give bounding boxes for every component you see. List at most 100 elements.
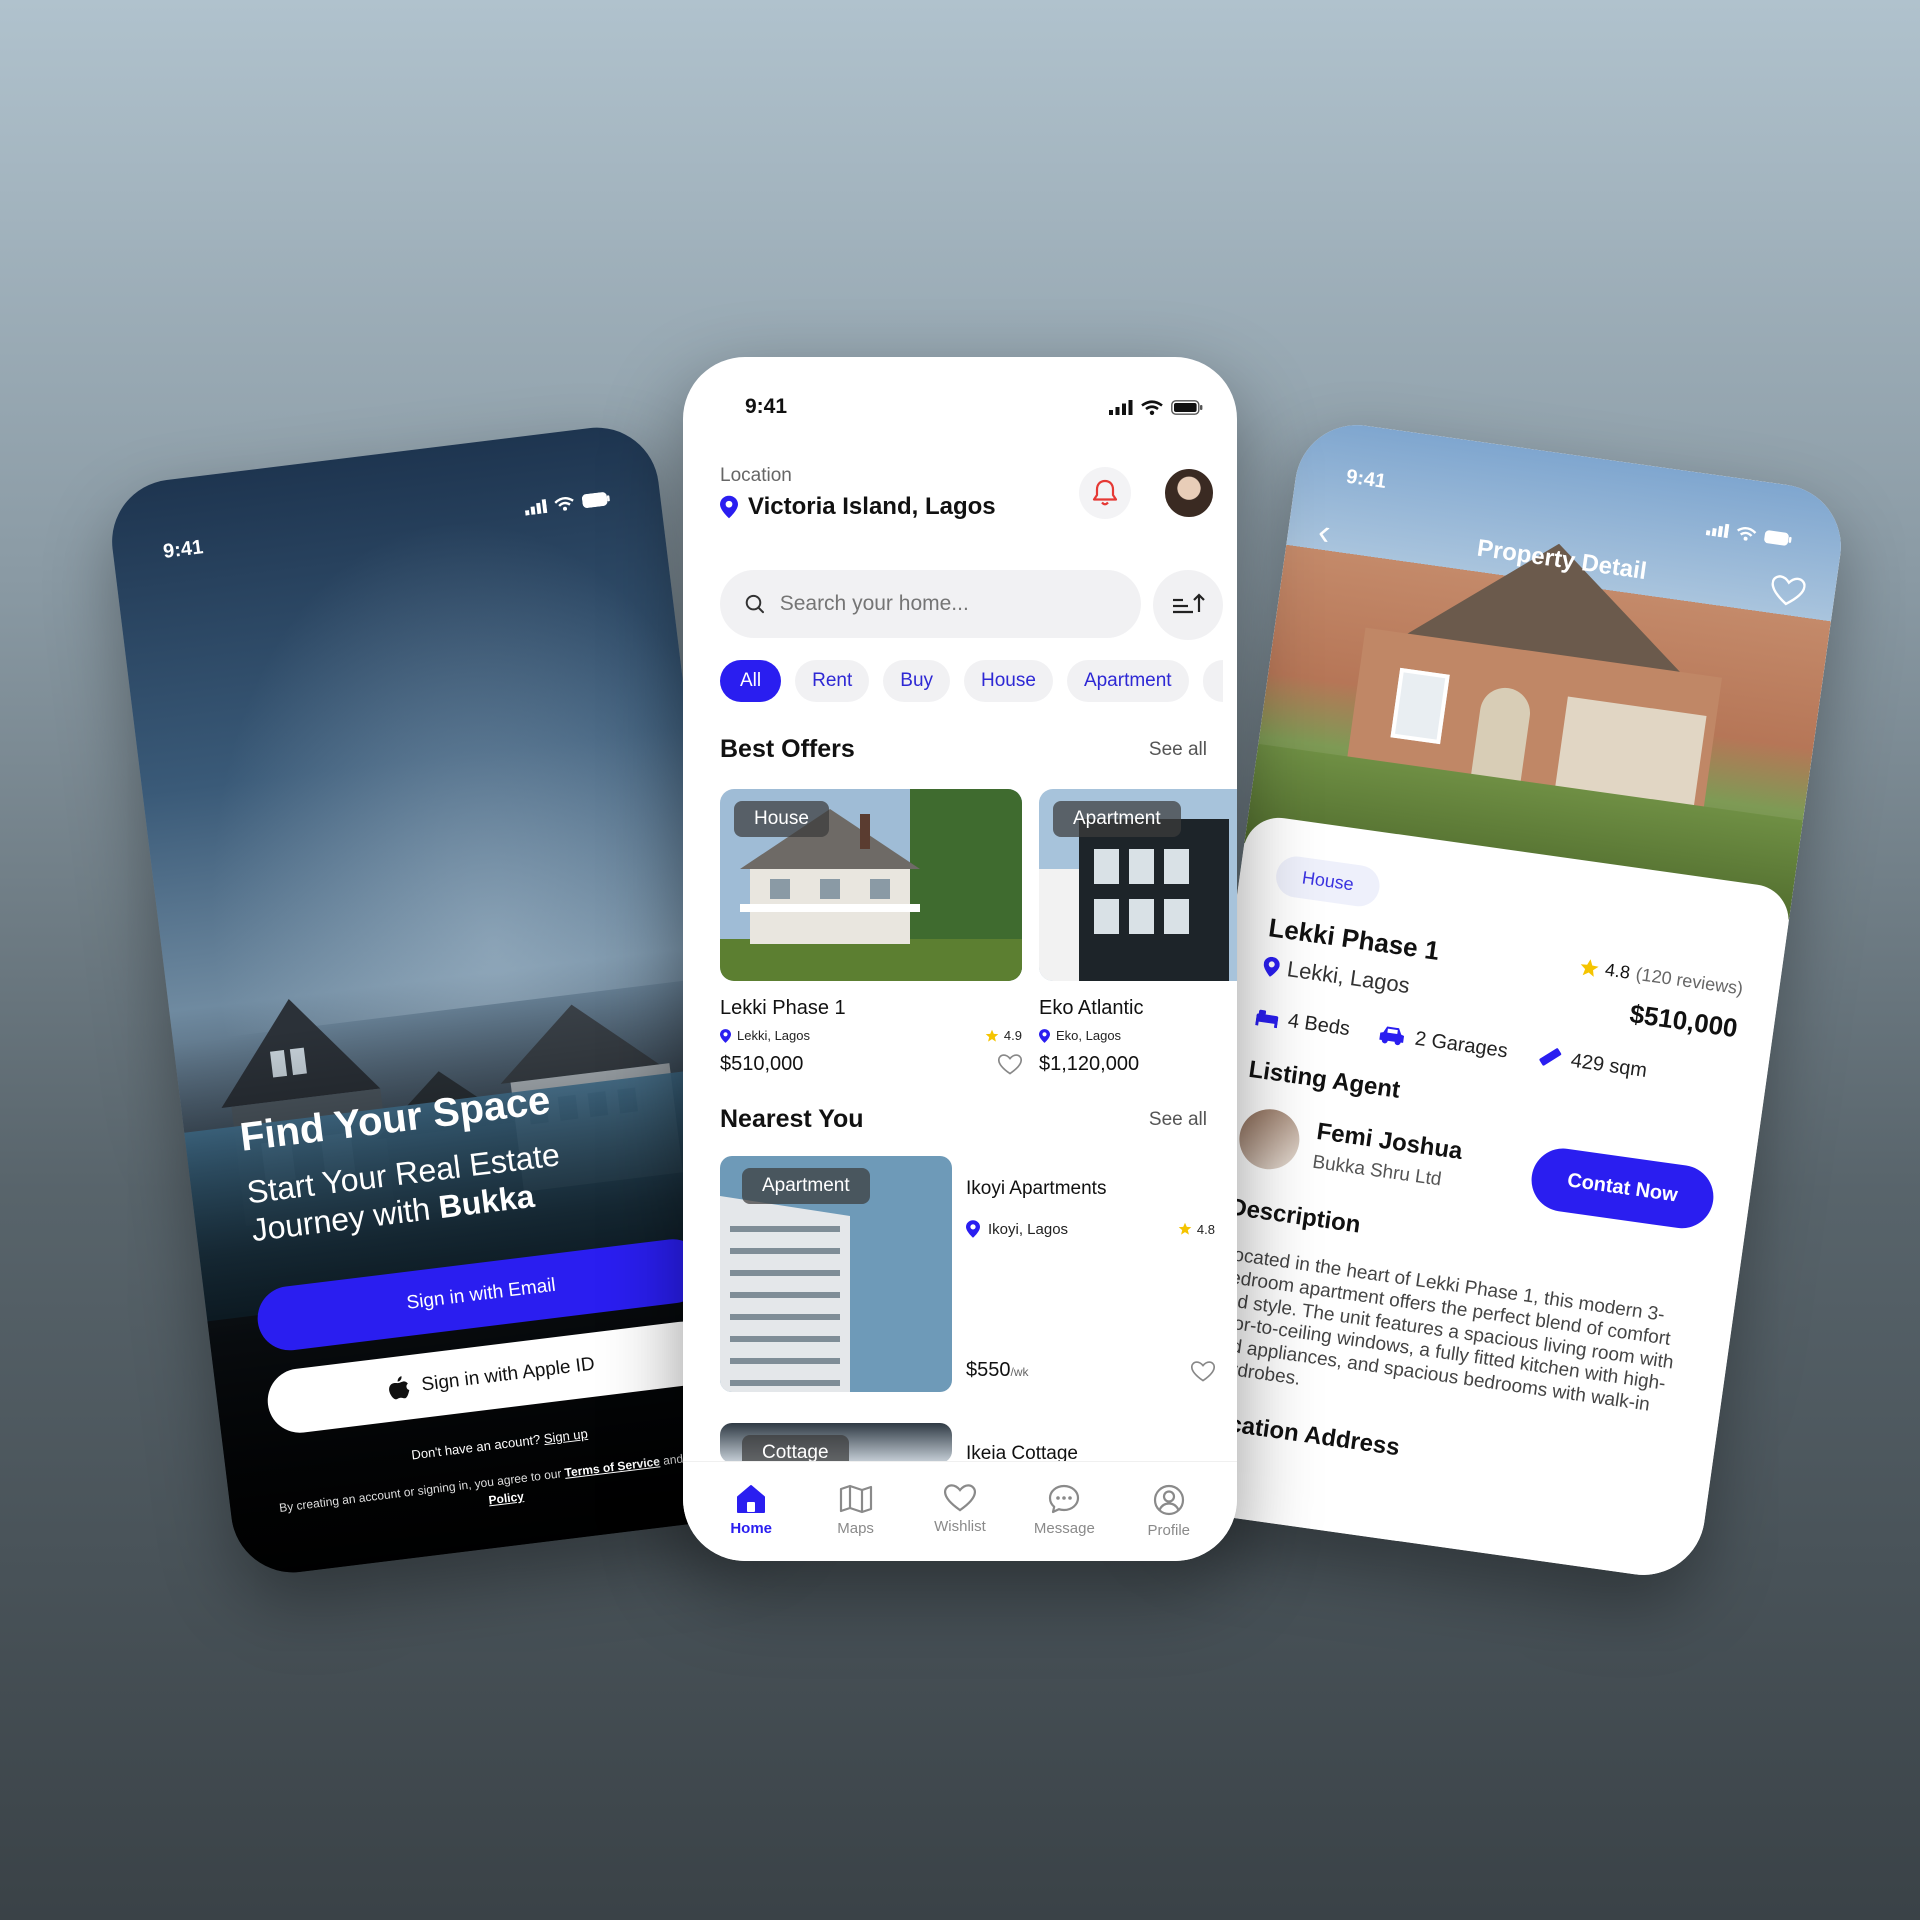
property-detail-sheet: House Lekki Phase 1 Lekki, Lagos 4.8 (12… xyxy=(1151,813,1794,1583)
ruler-icon xyxy=(1539,1048,1561,1066)
spec-garages-text: 2 Garages xyxy=(1413,1027,1510,1062)
status-time: 9:41 xyxy=(161,536,205,563)
filter-chip-buy[interactable]: Buy xyxy=(883,660,951,702)
wishlist-heart-icon[interactable] xyxy=(1191,1361,1215,1382)
review-count: (120 reviews) xyxy=(1634,963,1745,999)
nearest-name: Ikeia Cottage xyxy=(966,1443,1078,1463)
location-value-text: Victoria Island, Lagos xyxy=(748,493,996,520)
sign-in-apple-label: Sign in with Apple ID xyxy=(420,1353,596,1396)
rating-value: 4.8 xyxy=(1603,959,1632,983)
nearest-image: Cottage xyxy=(720,1423,952,1463)
best-offers-header: Best Offers See all xyxy=(720,735,1207,764)
offer-meta: Lekki, Lagos 4.9 xyxy=(720,1028,1022,1043)
nearest-name: Ikoyi Apartments xyxy=(966,1178,1107,1199)
nearest-rating-value: 4.8 xyxy=(1196,1221,1215,1237)
location-value: Victoria Island, Lagos xyxy=(720,493,996,521)
tab-message[interactable]: Message xyxy=(1019,1484,1109,1561)
car-icon xyxy=(1379,1026,1405,1046)
tab-profile[interactable]: Profile xyxy=(1124,1484,1214,1561)
nearest-see-all[interactable]: See all xyxy=(1149,1109,1207,1131)
wifi-icon xyxy=(554,496,574,511)
offer-rating: 4.9 xyxy=(985,1028,1022,1043)
offer-name: Eko Atlantic xyxy=(1039,997,1144,1019)
nearest-tag: Cottage xyxy=(742,1435,849,1463)
nearest-tag: Apartment xyxy=(742,1168,870,1204)
tab-wishlist[interactable]: Wishlist xyxy=(915,1484,1005,1561)
bed-icon xyxy=(1255,1009,1279,1029)
battery-icon xyxy=(1764,529,1792,546)
notification-button[interactable] xyxy=(1079,467,1131,519)
nearest-meta: Ikoyi, Lagos 4.8 xyxy=(966,1220,1215,1238)
wishlist-heart-icon[interactable] xyxy=(998,1054,1022,1075)
spec-area-text: 429 sqm xyxy=(1569,1049,1649,1082)
nearest-info: Ikeia Cottage xyxy=(952,1423,1215,1463)
filter-chip-all[interactable]: All xyxy=(720,660,782,702)
search-bar[interactable] xyxy=(720,570,1141,638)
offer-image: House xyxy=(720,789,1022,981)
filter-chip-apartment[interactable]: Apartment xyxy=(1066,660,1189,702)
signal-icon xyxy=(1705,523,1730,538)
nearest-price-value: $550 xyxy=(966,1359,1011,1381)
best-offers-see-all[interactable]: See all xyxy=(1149,739,1207,761)
star-icon xyxy=(1580,958,1599,977)
property-price: $510,000 xyxy=(1627,998,1740,1044)
nearest-rating: 4.8 xyxy=(1178,1222,1215,1237)
tab-message-label: Message xyxy=(1033,1520,1095,1537)
location-pin-icon xyxy=(1039,1028,1050,1043)
property-detail-screen: 9:41 ‹ Property Detail House Lekki Phase… xyxy=(1151,417,1849,1583)
location-header: Location Victoria Island, Lagos xyxy=(720,465,1215,521)
property-summary-right: 4.8 (120 reviews) $510,000 xyxy=(1572,956,1745,1045)
terms-and: and xyxy=(662,1451,684,1468)
contact-now-button[interactable]: Contat Now xyxy=(1527,1144,1718,1233)
offer-location: Eko, Lagos xyxy=(1039,1028,1121,1043)
location-pin-icon xyxy=(720,1028,731,1043)
tab-maps-label: Maps xyxy=(837,1520,874,1537)
offer-card[interactable]: Apartment Eko Atlantic Eko, Lagos $1,120… xyxy=(1039,789,1237,1076)
filter-chip-rent[interactable]: Rent xyxy=(795,660,870,702)
search-row xyxy=(720,570,1223,640)
location-block[interactable]: Location Victoria Island, Lagos xyxy=(720,465,996,521)
battery-icon xyxy=(581,491,610,508)
agent-avatar xyxy=(1235,1104,1304,1173)
tab-profile-label: Profile xyxy=(1147,1522,1191,1539)
location-pin-icon xyxy=(966,1220,980,1238)
star-icon xyxy=(985,1029,999,1042)
nearest-header: Nearest You See all xyxy=(720,1105,1207,1134)
offer-name: Lekki Phase 1 xyxy=(720,997,846,1019)
offer-location-text: Eko, Lagos xyxy=(1056,1028,1122,1043)
offer-tag: House xyxy=(734,801,829,837)
sort-filter-button[interactable] xyxy=(1153,570,1223,640)
nearest-location: Ikoyi, Lagos xyxy=(966,1220,1068,1238)
offer-card[interactable]: House Lekki Phase 1 Lekki, Lagos 4.9 $51… xyxy=(720,789,1022,1076)
category-filters: All Rent Buy House Apartment xyxy=(720,660,1223,702)
tab-maps[interactable]: Maps xyxy=(811,1484,901,1561)
status-time: 9:41 xyxy=(745,395,788,418)
wifi-icon xyxy=(1737,526,1757,541)
filter-chip-house[interactable]: House xyxy=(964,660,1053,702)
nearest-location-text: Ikoyi, Lagos xyxy=(988,1220,1069,1238)
agent-info: Femi Joshua Bukka Shru Ltd xyxy=(1311,1117,1464,1193)
property-location-text: Lekki, Lagos xyxy=(1285,956,1412,999)
search-input[interactable] xyxy=(779,592,1117,616)
nearest-card[interactable]: Cottage Ikeia Cottage xyxy=(720,1423,1215,1463)
nearest-image: Apartment xyxy=(720,1156,952,1392)
offer-location: Lekki, Lagos xyxy=(720,1028,810,1043)
user-circle-icon xyxy=(1153,1484,1184,1516)
favorite-heart-icon[interactable] xyxy=(1768,574,1807,613)
chat-bubble-icon xyxy=(1049,1484,1080,1514)
filter-chip-overflow[interactable] xyxy=(1202,660,1223,702)
nearest-info: Ikoyi Apartments Ikoyi, Lagos 4.8 $550/w… xyxy=(952,1156,1215,1392)
nearest-card[interactable]: Apartment Ikoyi Apartments Ikoyi, Lagos … xyxy=(720,1156,1215,1392)
offer-meta: Eko, Lagos xyxy=(1039,1028,1237,1043)
star-icon xyxy=(1178,1222,1192,1235)
nearest-price: $550/wk xyxy=(966,1359,1029,1382)
signal-icon xyxy=(524,498,548,516)
tab-home[interactable]: Home xyxy=(706,1484,796,1561)
offer-image: Apartment xyxy=(1039,789,1237,981)
location-pin-icon xyxy=(720,495,738,519)
nearest-title: Nearest You xyxy=(720,1105,864,1133)
spec-beds: 4 Beds xyxy=(1255,1005,1351,1041)
nearest-price-unit: /wk xyxy=(1010,1365,1029,1379)
signal-icon xyxy=(1109,399,1133,415)
user-avatar[interactable] xyxy=(1163,467,1215,519)
